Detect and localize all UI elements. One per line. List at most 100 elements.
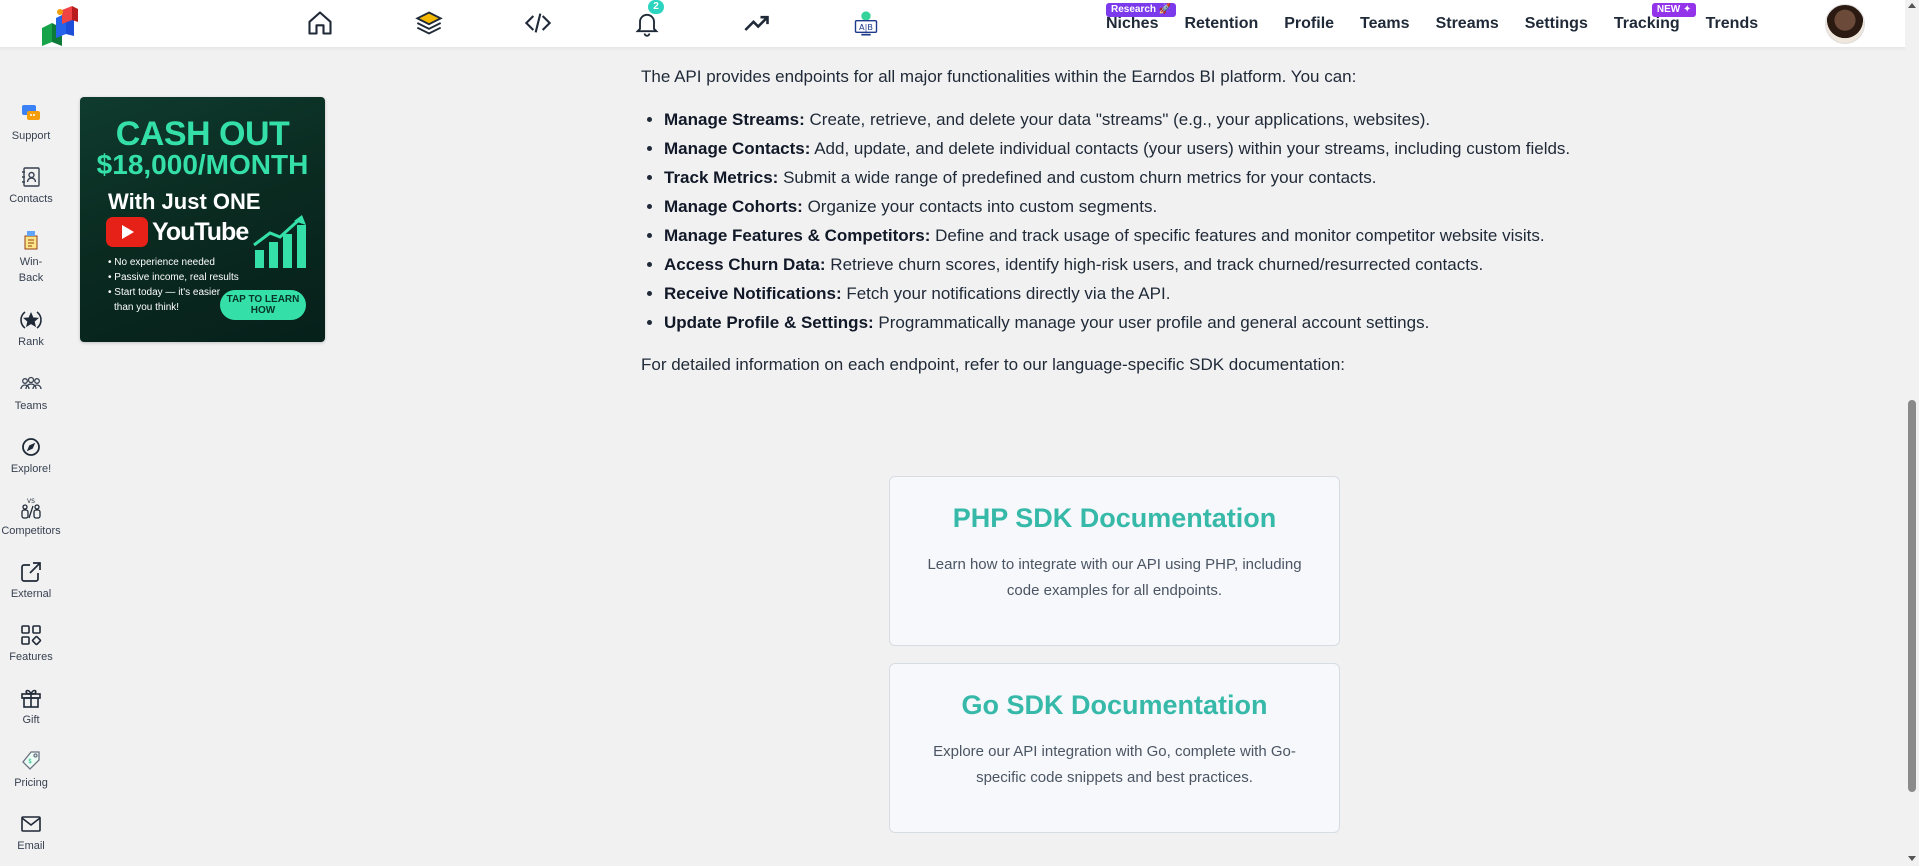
nav-tracking-label: Tracking xyxy=(1613,15,1680,32)
growth-chart-icon xyxy=(253,215,306,268)
feature-title: Track Metrics: xyxy=(664,168,779,187)
nav-profile[interactable]: Profile xyxy=(1284,15,1334,33)
research-badge: Research 🚀 xyxy=(1106,3,1177,17)
app-logo-icon[interactable] xyxy=(38,4,80,46)
sidebar-label-features: Features xyxy=(9,651,53,663)
nav-niches-label: Niches xyxy=(1106,15,1159,32)
sidebar-item-contacts[interactable]: Contacts xyxy=(0,165,62,207)
svg-text:$: $ xyxy=(28,758,32,765)
nav-trends-label: Trends xyxy=(1705,15,1759,32)
sidebar-label-teams: Teams xyxy=(14,400,48,412)
ad-youtube-brand: YouTube xyxy=(106,217,249,247)
go-sdk-card[interactable]: Go SDK Documentation Explore our API int… xyxy=(889,663,1340,833)
sidebar-label-support: Support xyxy=(11,130,51,142)
feature-title: Manage Features & Competitors: xyxy=(664,226,931,245)
sidebar-item-win-back[interactable]: Win-Back xyxy=(0,228,62,286)
top-navigation-bar: 2 A|B Research 🚀 Niches Retention Profil… xyxy=(0,0,1919,48)
list-item: Manage Streams: Create, retrieve, and de… xyxy=(664,105,1576,134)
win-back-icon xyxy=(24,231,38,250)
list-item: Manage Contacts: Add, update, and delete… xyxy=(664,134,1576,163)
api-overview-section: The API provides endpoints for all major… xyxy=(641,62,1576,379)
nav-settings-label: Settings xyxy=(1524,15,1588,32)
feature-title: Receive Notifications: xyxy=(664,284,842,303)
support-chat-icon xyxy=(22,105,40,120)
main-nav: Research 🚀 Niches Retention Profile Team… xyxy=(1106,0,1784,48)
feature-title: Manage Cohorts: xyxy=(664,197,803,216)
sidebar-label-external: External xyxy=(10,588,52,600)
mail-icon xyxy=(21,816,41,832)
sidebar-item-competitors[interactable]: VS Competitors xyxy=(0,497,62,539)
nav-settings[interactable]: Settings xyxy=(1525,15,1588,33)
scroll-up-arrow-icon[interactable] xyxy=(1908,3,1916,8)
sidebar-item-rank[interactable]: Rank xyxy=(0,308,62,350)
sidebar-item-explore[interactable]: Explore! xyxy=(0,435,62,477)
go-sdk-description: Explore our API integration with Go, com… xyxy=(933,743,1296,786)
feature-text: Retrieve churn scores, identify high-ris… xyxy=(825,255,1484,274)
ad-bullet: • Passive income, real results xyxy=(108,272,239,283)
sidebar-item-features[interactable]: Features xyxy=(0,623,62,665)
ad-subheadline: With Just ONE xyxy=(108,189,261,214)
nav-teams[interactable]: Teams xyxy=(1360,15,1410,33)
ad-cta-button[interactable]: TAP TO LEARN HOW xyxy=(220,290,306,320)
notification-count-badge: 2 xyxy=(648,0,664,14)
scrollbar-thumb[interactable] xyxy=(1908,400,1916,792)
feature-title: Manage Contacts: xyxy=(664,139,811,158)
intro-paragraph: The API provides endpoints for all major… xyxy=(641,67,1357,86)
gift-icon xyxy=(21,689,41,708)
sidebar-label-contacts: Contacts xyxy=(9,193,53,205)
nav-profile-label: Profile xyxy=(1284,15,1335,32)
nav-tracking[interactable]: NEW ✦ Tracking xyxy=(1613,3,1697,33)
sidebar-item-teams[interactable]: Teams xyxy=(0,372,62,414)
external-link-icon xyxy=(21,562,41,582)
go-sdk-title[interactable]: Go SDK Documentation xyxy=(890,690,1339,721)
versus-icon: VS xyxy=(21,498,41,519)
sidebar-item-external[interactable]: External xyxy=(0,560,62,602)
new-badge: NEW ✦ xyxy=(1651,3,1697,17)
sidebar-label-competitors: Competitors xyxy=(1,525,61,537)
sidebar-item-pricing[interactable]: $ Pricing xyxy=(0,749,62,791)
nav-streams[interactable]: Streams xyxy=(1436,15,1499,33)
php-sdk-description: Learn how to integrate with our API usin… xyxy=(927,556,1302,599)
layers-icon[interactable] xyxy=(412,6,446,40)
list-item: Manage Features & Competitors: Define an… xyxy=(664,221,1576,250)
php-sdk-card[interactable]: PHP SDK Documentation Learn how to integ… xyxy=(889,476,1340,646)
feature-title: Manage Streams: xyxy=(664,110,805,129)
ab-test-icon[interactable]: A|B xyxy=(849,6,883,40)
nav-trends[interactable]: Trends xyxy=(1706,15,1758,33)
php-sdk-title[interactable]: PHP SDK Documentation xyxy=(890,503,1339,534)
sidebar-item-support[interactable]: Support xyxy=(0,102,62,144)
feature-text: Programmatically manage your user profil… xyxy=(873,313,1430,332)
teams-people-icon xyxy=(20,376,42,390)
user-avatar[interactable] xyxy=(1825,4,1865,44)
home-icon[interactable] xyxy=(303,6,337,40)
feature-list: Manage Streams: Create, retrieve, and de… xyxy=(641,105,1576,337)
sidebar-label-pricing: Pricing xyxy=(14,777,48,789)
svg-text:VS: VS xyxy=(27,498,35,505)
trending-up-icon[interactable] xyxy=(740,6,774,40)
sidebar-label-email: Email xyxy=(17,840,45,852)
code-icon[interactable] xyxy=(521,6,555,40)
feature-text: Submit a wide range of predefined and cu… xyxy=(778,168,1377,187)
ad-bullet: • No experience needed xyxy=(108,257,215,268)
price-tag-icon: $ xyxy=(22,751,40,770)
sidebar-item-email[interactable]: Email xyxy=(0,812,62,854)
sidebar-label-rank: Rank xyxy=(18,336,44,348)
nav-niches[interactable]: Research 🚀 Niches xyxy=(1106,3,1177,33)
ad-banner[interactable]: CASH OUT $18,000/MONTH With Just ONE You… xyxy=(80,97,325,342)
youtube-play-icon xyxy=(106,217,148,247)
notifications-bell-icon[interactable]: 2 xyxy=(630,0,664,40)
sidebar-item-gift[interactable]: Gift xyxy=(0,686,62,728)
sidebar-label-gift: Gift xyxy=(22,714,40,726)
scroll-down-arrow-icon[interactable] xyxy=(1908,856,1916,861)
ad-bullet: • Start today — it's easier xyxy=(108,287,221,298)
compass-icon xyxy=(22,438,40,456)
feature-text: Define and track usage of specific featu… xyxy=(930,226,1545,245)
features-grid-icon xyxy=(21,625,42,646)
feature-text: Create, retrieve, and delete your data "… xyxy=(804,110,1431,129)
sdk-intro-paragraph: For detailed information on each endpoin… xyxy=(641,355,1346,374)
nav-retention[interactable]: Retention xyxy=(1184,15,1258,33)
ad-amount: $18,000/MONTH xyxy=(96,149,309,180)
feature-text: Organize your contacts into custom segme… xyxy=(802,197,1158,216)
list-item: Track Metrics: Submit a wide range of pr… xyxy=(664,163,1576,192)
ad-youtube-text: YouTube xyxy=(152,217,249,246)
